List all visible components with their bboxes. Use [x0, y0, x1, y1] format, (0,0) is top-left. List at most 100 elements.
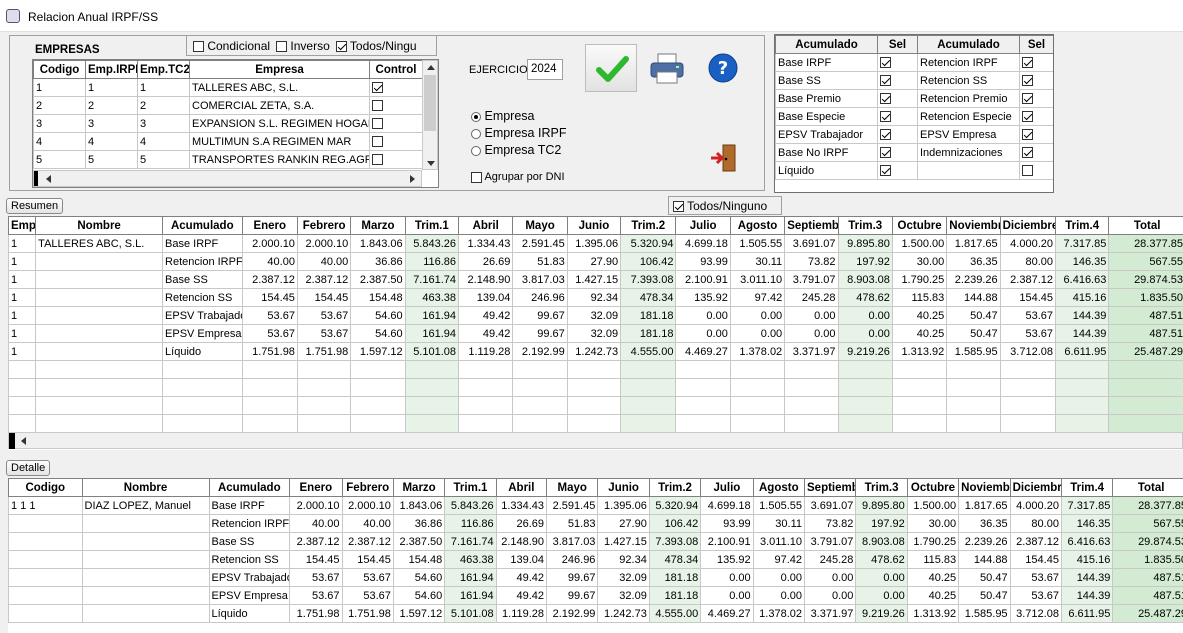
col-mayo[interactable]: Mayo: [512, 216, 568, 235]
filter-condicional[interactable]: Condicional: [193, 39, 270, 53]
col-agosto[interactable]: Agosto: [729, 216, 786, 235]
col-nombre[interactable]: Nombre: [35, 216, 164, 235]
col-control[interactable]: Control: [369, 60, 423, 79]
col-acumulado[interactable]: Acumulado: [162, 216, 243, 235]
sel-checkbox[interactable]: [1022, 57, 1033, 69]
col-febrero[interactable]: Febrero: [341, 478, 394, 497]
col-julio[interactable]: Julio: [700, 478, 754, 497]
scroll-left-arrow-icon[interactable]: [21, 437, 26, 445]
data-row[interactable]: Retencion SS 154.45 154.45 154.48 463.38 139.…: [8, 550, 1183, 569]
data-row[interactable]: Base SS 2.387.12 2.387.12 2.387.50 7.161.74 2…: [8, 532, 1183, 551]
col-trim-4[interactable]: Trim.4: [1060, 478, 1114, 497]
data-row[interactable]: 1 TALLERES ABC, S.L. Base IRPF 2.000.10 2.00…: [8, 234, 1183, 253]
data-row[interactable]: EPSV Empresa 53.67 53.67 54.60 161.94 49.42 99…: [8, 586, 1183, 605]
col-febrero[interactable]: Febrero: [296, 216, 352, 235]
todos-ninguno-checkbox[interactable]: [673, 201, 684, 213]
col-marzo[interactable]: Marzo: [392, 478, 446, 497]
col-trim-1[interactable]: Trim.1: [444, 478, 497, 497]
col-sel-2[interactable]: Sel: [1019, 35, 1053, 54]
agrupar-checkbox[interactable]: [471, 171, 482, 183]
sel-checkbox[interactable]: [880, 111, 891, 123]
col-junio[interactable]: Junio: [566, 216, 622, 235]
sel-checkbox[interactable]: [1022, 147, 1033, 159]
data-row[interactable]: Líquido 1.751.98 1.751.98 1.597.12 5.101.08 1…: [8, 604, 1183, 623]
col-marzo[interactable]: Marzo: [350, 216, 406, 235]
col-trim-2[interactable]: Trim.2: [620, 216, 677, 235]
data-row[interactable]: 1 EPSV Empresa 53.67 53.67 54.60 161.94 49.42 9…: [8, 324, 1183, 343]
col-trim-2[interactable]: Trim.2: [648, 478, 702, 497]
scroll-up-arrow-icon[interactable]: [427, 65, 435, 70]
col-total[interactable]: Total: [1108, 216, 1183, 235]
col-enero[interactable]: Enero: [241, 216, 298, 235]
data-row[interactable]: 1 Base SS 2.387.12 2.387.12 2.387.50 7.161.74…: [8, 270, 1183, 289]
radio-empresa[interactable]: Empresa: [471, 108, 566, 125]
data-row[interactable]: 1 Retencion IRPF 40.00 40.00 36.86 116.86 26.6…: [8, 252, 1183, 271]
scroll-right-arrow-icon[interactable]: [410, 175, 415, 183]
col-emp[interactable]: Emp: [8, 216, 37, 235]
filter-todos[interactable]: Todos/Ningu: [335, 39, 417, 53]
control-checkbox[interactable]: [372, 118, 383, 130]
col-trim-3[interactable]: Trim.3: [855, 478, 908, 497]
col-emp-irpf[interactable]: Emp.IRPF: [85, 60, 138, 79]
sel-checkbox[interactable]: [880, 75, 891, 87]
sel-checkbox[interactable]: [880, 165, 891, 177]
scroll-down-arrow-icon[interactable]: [427, 161, 435, 166]
empresa-row[interactable]: 4 4 4 MULTIMUN S.A REGIMEN MAR: [33, 132, 423, 151]
data-row[interactable]: 1 Líquido 1.751.98 1.751.98 1.597.12 5.101.08…: [8, 342, 1183, 361]
col-emp-tc2[interactable]: Emp.TC2: [137, 60, 190, 79]
control-checkbox[interactable]: [372, 154, 383, 166]
empty-row[interactable]: [8, 360, 1183, 379]
sel-checkbox[interactable]: [1022, 93, 1033, 105]
sel-checkbox[interactable]: [1022, 75, 1033, 87]
col-nombre[interactable]: Nombre: [81, 478, 210, 497]
col-abril[interactable]: Abril: [458, 216, 514, 235]
empresa-row[interactable]: 3 3 3 EXPANSION S.L. REGIMEN HOGAR: [33, 114, 423, 133]
data-row[interactable]: 1 1 1 DIAZ LOPEZ, Manuel Base IRPF 2.000.10…: [8, 496, 1183, 515]
print-button[interactable]: [648, 50, 686, 86]
empty-row[interactable]: [8, 396, 1183, 415]
condicional-checkbox[interactable]: [193, 40, 204, 52]
detalle-grid[interactable]: Codigo Nombre Acumulado Enero Febrero Marzo Tr…: [8, 478, 1183, 633]
col-abril[interactable]: Abril: [495, 478, 548, 497]
col-total[interactable]: Total: [1112, 478, 1183, 497]
data-row[interactable]: 1 EPSV Trabajado 53.67 53.67 54.60 161.94 49.4…: [8, 306, 1183, 325]
col-mayo[interactable]: Mayo: [546, 478, 599, 497]
col-noviembr[interactable]: Noviembr: [958, 478, 1011, 497]
radio-button[interactable]: [471, 128, 481, 139]
detalle-button[interactable]: Detalle: [6, 460, 51, 476]
sel-checkbox[interactable]: [880, 129, 891, 141]
data-row[interactable]: Retencion IRPF 40.00 40.00 36.86 116.86 26.69…: [8, 514, 1183, 533]
data-row[interactable]: EPSV Trabajado 53.67 53.67 54.60 161.94 49.42…: [8, 568, 1183, 587]
inverso-checkbox[interactable]: [276, 40, 288, 52]
empresa-row[interactable]: 1 1 1 TALLERES ABC, S.L.: [33, 78, 423, 97]
empresas-hscrollbar[interactable]: [33, 170, 422, 187]
col-noviembr[interactable]: Noviembr: [946, 216, 1001, 235]
empty-row[interactable]: [8, 378, 1183, 397]
agrupar-dni[interactable]: Agrupar por DNI: [471, 171, 565, 183]
col-codigo[interactable]: Codigo: [33, 60, 86, 79]
todos-checkbox[interactable]: [335, 40, 347, 52]
col-trim-4[interactable]: Trim.4: [1054, 216, 1110, 235]
col-codigo[interactable]: Codigo: [8, 478, 83, 497]
sel-checkbox[interactable]: [1022, 111, 1033, 123]
sel-checkbox[interactable]: [880, 93, 891, 105]
empty-row[interactable]: [8, 414, 1183, 433]
scroll-thumb[interactable]: [424, 75, 436, 131]
col-diciembre[interactable]: Diciembre: [1009, 478, 1062, 497]
col-trim-1[interactable]: Trim.1: [404, 216, 460, 235]
radio-button[interactable]: [471, 145, 481, 156]
resumen-hscrollbar[interactable]: [8, 432, 1183, 449]
col-acumulado[interactable]: Acumulado: [775, 35, 878, 54]
sel-checkbox[interactable]: [880, 147, 891, 159]
col-trim-3[interactable]: Trim.3: [837, 216, 893, 235]
sel-checkbox[interactable]: [1022, 165, 1033, 177]
radio-empresa-tc2[interactable]: Empresa TC2: [471, 142, 566, 159]
col-acumulado[interactable]: Acumulado: [208, 478, 291, 497]
confirm-button[interactable]: [585, 44, 637, 92]
exit-button[interactable]: [710, 143, 738, 173]
empresas-grid[interactable]: Codigo Emp.IRPF Emp.TC2 Empresa Control …: [32, 59, 439, 188]
data-row[interactable]: 1 Retencion SS 154.45 154.45 154.48 463.38 139…: [8, 288, 1183, 307]
empresas-vscrollbar[interactable]: [422, 60, 438, 170]
resumen-todos-ninguno[interactable]: Todos/Ninguno: [668, 196, 782, 215]
col-enero[interactable]: Enero: [289, 478, 343, 497]
